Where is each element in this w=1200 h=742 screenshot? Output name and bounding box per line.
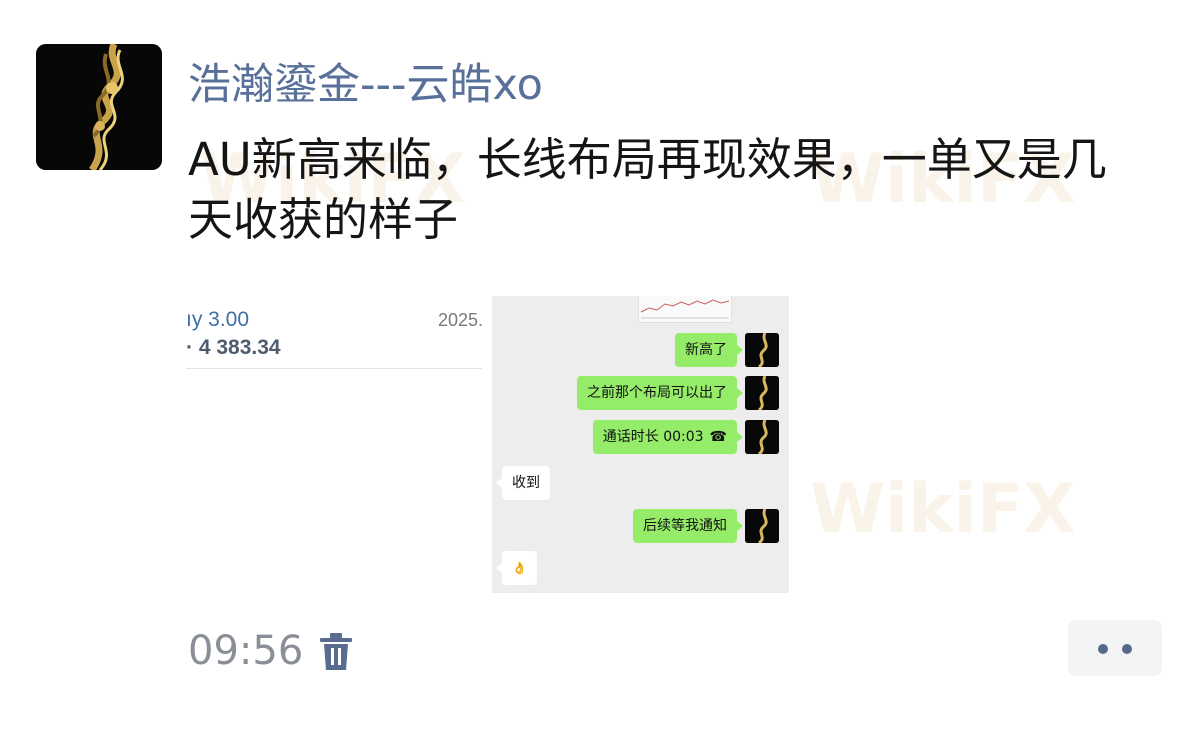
phone-icon: ☎ bbox=[709, 429, 727, 445]
call-duration: 通话时长 00:03 bbox=[602, 429, 704, 445]
chart-thumbnail bbox=[638, 296, 732, 323]
chat-bubble-them: 👌 bbox=[496, 551, 537, 585]
chat-avatar bbox=[745, 376, 779, 410]
chat-bubble-me: 后续等我通知 bbox=[633, 509, 743, 543]
chat-bubble-me: 之前那个布局可以出了 bbox=[577, 376, 743, 410]
post-text: AU新高来临，长线布局再现效果，一单又是几天收获的样子 bbox=[188, 133, 1107, 246]
chat-bubble-them: 收到 bbox=[496, 466, 550, 500]
attached-image-chat[interactable]: 新高了 之前那个布局可以出了 通话时长 00:03 ☎ 收到 后续等我通知 👌 bbox=[492, 296, 789, 593]
trade-price: · 4 383.34 bbox=[186, 336, 281, 359]
more-button[interactable] bbox=[1068, 620, 1162, 676]
more-icon bbox=[1098, 644, 1108, 654]
chat-bubble-me: 新高了 bbox=[675, 333, 743, 367]
divider bbox=[186, 368, 482, 369]
chat-avatar bbox=[745, 333, 779, 367]
chat-avatar bbox=[745, 420, 779, 454]
watermark: WikiFX bbox=[810, 470, 1076, 549]
username[interactable]: 浩瀚鎏金---云皓xo bbox=[188, 50, 543, 112]
avatar[interactable] bbox=[36, 44, 162, 170]
more-icon bbox=[1122, 644, 1132, 654]
avatar-image bbox=[36, 44, 162, 170]
attached-image-trade[interactable]: ıy 3.00 2025.¹ · 4 383.34 bbox=[186, 296, 482, 596]
trade-date: 2025.¹ bbox=[438, 310, 482, 330]
post-time: 09:56 bbox=[188, 628, 304, 674]
chat-bubble-call: 通话时长 00:03 ☎ bbox=[592, 420, 744, 454]
chat-avatar bbox=[745, 509, 779, 543]
trade-volume: ıy 3.00 bbox=[186, 308, 250, 331]
trash-icon[interactable] bbox=[318, 632, 354, 672]
